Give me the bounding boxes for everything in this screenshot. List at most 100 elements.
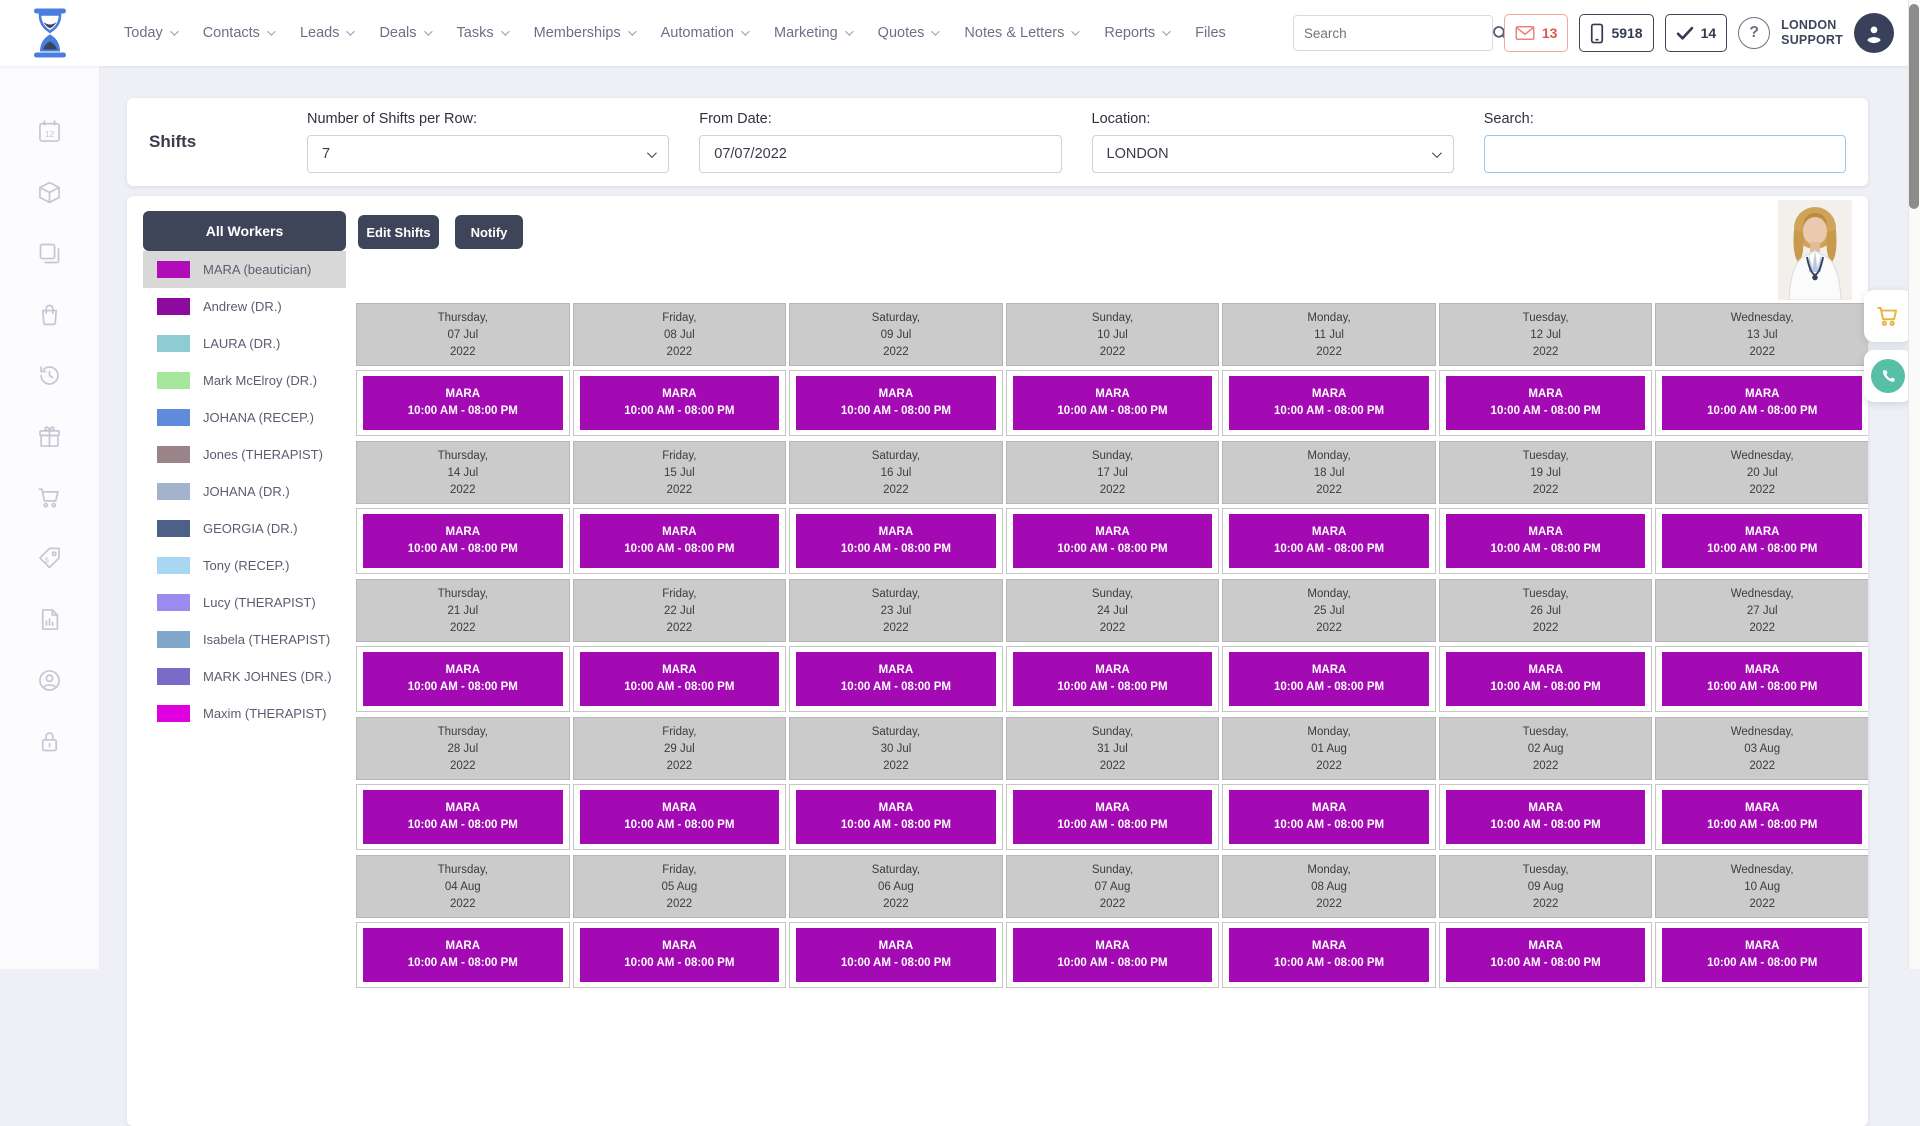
shift-block[interactable]: MARA10:00 AM - 08:00 PM bbox=[363, 376, 563, 430]
copy-icon[interactable] bbox=[36, 240, 63, 267]
help-icon[interactable]: ? bbox=[1738, 17, 1770, 49]
worker-name: Maxim (THERAPIST) bbox=[203, 705, 327, 722]
gift-icon[interactable] bbox=[36, 423, 63, 450]
worker-row-tony-recep[interactable]: Tony (RECEP.) bbox=[143, 547, 346, 584]
package-icon[interactable] bbox=[36, 179, 63, 206]
page-scrollbar-track[interactable] bbox=[1908, 0, 1920, 969]
notify-button[interactable]: Notify bbox=[455, 215, 523, 249]
shift-block[interactable]: MARA10:00 AM - 08:00 PM bbox=[1229, 652, 1429, 706]
shift-block[interactable]: MARA10:00 AM - 08:00 PM bbox=[1662, 928, 1862, 982]
shift-block[interactable]: MARA10:00 AM - 08:00 PM bbox=[1229, 928, 1429, 982]
nav-item-leads[interactable]: Leads bbox=[300, 25, 353, 41]
shift-block[interactable]: MARA10:00 AM - 08:00 PM bbox=[1013, 376, 1213, 430]
shift-block[interactable]: MARA10:00 AM - 08:00 PM bbox=[1229, 514, 1429, 568]
worker-color-swatch bbox=[157, 631, 190, 648]
shift-block[interactable]: MARA10:00 AM - 08:00 PM bbox=[1446, 514, 1646, 568]
shift-cell: MARA10:00 AM - 08:00 PM bbox=[356, 370, 570, 436]
app-logo-hourglass-icon[interactable] bbox=[30, 6, 76, 60]
shift-block[interactable]: MARA10:00 AM - 08:00 PM bbox=[1446, 376, 1646, 430]
shift-block[interactable]: MARA10:00 AM - 08:00 PM bbox=[580, 376, 780, 430]
account-icon[interactable] bbox=[36, 667, 63, 694]
worker-row-georgia-dr[interactable]: GEORGIA (DR.) bbox=[143, 510, 346, 547]
calls-badge[interactable]: 5918 bbox=[1579, 14, 1653, 52]
shift-block[interactable]: MARA10:00 AM - 08:00 PM bbox=[796, 652, 996, 706]
worker-row-jones-therapist[interactable]: Jones (THERAPIST) bbox=[143, 436, 346, 473]
worker-row-maxim-therapist[interactable]: Maxim (THERAPIST) bbox=[143, 695, 346, 732]
shift-block[interactable]: MARA10:00 AM - 08:00 PM bbox=[796, 790, 996, 844]
shift-block[interactable]: MARA10:00 AM - 08:00 PM bbox=[1662, 790, 1862, 844]
user-avatar[interactable] bbox=[1854, 13, 1894, 53]
shift-block[interactable]: MARA10:00 AM - 08:00 PM bbox=[580, 652, 780, 706]
calendar-12-icon[interactable]: 12 bbox=[36, 118, 63, 145]
nav-item-reports[interactable]: Reports bbox=[1104, 25, 1168, 41]
lock-icon[interactable] bbox=[36, 728, 63, 755]
price-tag-icon[interactable]: $ bbox=[36, 545, 63, 572]
nav-item-memberships[interactable]: Memberships bbox=[534, 25, 634, 41]
nav-item-notes-letters[interactable]: Notes & Letters bbox=[964, 25, 1077, 41]
global-search-input[interactable] bbox=[1294, 26, 1491, 41]
shift-block[interactable]: MARA10:00 AM - 08:00 PM bbox=[1013, 514, 1213, 568]
nav-item-deals[interactable]: Deals bbox=[379, 25, 429, 41]
worker-row-lucy-therapist[interactable]: Lucy (THERAPIST) bbox=[143, 584, 346, 621]
location-select[interactable]: LONDON bbox=[1092, 135, 1454, 173]
left-icon-rail: 12 $ bbox=[0, 66, 100, 969]
shift-block[interactable]: MARA10:00 AM - 08:00 PM bbox=[580, 790, 780, 844]
nav-item-today[interactable]: Today bbox=[124, 25, 176, 41]
shift-block[interactable]: MARA10:00 AM - 08:00 PM bbox=[580, 514, 780, 568]
shift-block[interactable]: MARA10:00 AM - 08:00 PM bbox=[580, 928, 780, 982]
shift-block[interactable]: MARA10:00 AM - 08:00 PM bbox=[363, 652, 563, 706]
worker-row-johana-dr[interactable]: JOHANA (DR.) bbox=[143, 473, 346, 510]
shift-block[interactable]: MARA10:00 AM - 08:00 PM bbox=[1013, 652, 1213, 706]
shift-search-input[interactable] bbox=[1499, 146, 1831, 162]
shift-time: 10:00 AM - 08:00 PM bbox=[841, 679, 951, 696]
history-icon[interactable] bbox=[36, 362, 63, 389]
messages-badge[interactable]: 13 bbox=[1504, 14, 1569, 52]
cart-icon[interactable] bbox=[36, 484, 63, 511]
shift-block[interactable]: MARA10:00 AM - 08:00 PM bbox=[796, 376, 996, 430]
shift-block[interactable]: MARA10:00 AM - 08:00 PM bbox=[363, 790, 563, 844]
report-icon[interactable] bbox=[36, 606, 63, 633]
shift-block[interactable]: MARA10:00 AM - 08:00 PM bbox=[363, 928, 563, 982]
floating-cart-button[interactable] bbox=[1864, 290, 1912, 342]
floating-phone-button[interactable] bbox=[1864, 350, 1912, 402]
nav-item-contacts[interactable]: Contacts bbox=[203, 25, 273, 41]
day-header-date: 07 Jul bbox=[357, 327, 569, 344]
shifts-per-row-select[interactable]: 7 bbox=[307, 135, 669, 173]
page-scrollbar-thumb[interactable] bbox=[1909, 4, 1919, 209]
shift-block[interactable]: MARA10:00 AM - 08:00 PM bbox=[1662, 376, 1862, 430]
worker-row-johana-recep[interactable]: JOHANA (RECEP.) bbox=[143, 399, 346, 436]
shift-block[interactable]: MARA10:00 AM - 08:00 PM bbox=[796, 514, 996, 568]
shift-block[interactable]: MARA10:00 AM - 08:00 PM bbox=[363, 514, 563, 568]
main-nav-menu: Today Contacts Leads Deals Tasks Memberships A… bbox=[124, 25, 1226, 41]
nav-item-tasks[interactable]: Tasks bbox=[457, 25, 507, 41]
worker-row-mara-beautician[interactable]: MARA (beautician) bbox=[143, 251, 346, 288]
from-date-input[interactable] bbox=[714, 146, 1046, 162]
worker-row-mark-mcelroy-dr[interactable]: Mark McElroy (DR.) bbox=[143, 362, 346, 399]
shopping-bag-icon[interactable] bbox=[36, 301, 63, 328]
edit-shifts-button[interactable]: Edit Shifts bbox=[358, 215, 439, 249]
shift-block[interactable]: MARA10:00 AM - 08:00 PM bbox=[1446, 652, 1646, 706]
shift-block[interactable]: MARA10:00 AM - 08:00 PM bbox=[1446, 790, 1646, 844]
all-workers-button[interactable]: All Workers bbox=[143, 211, 346, 251]
nav-item-files[interactable]: Files bbox=[1195, 25, 1226, 41]
day-header-year: 2022 bbox=[1007, 758, 1219, 775]
shift-block[interactable]: MARA10:00 AM - 08:00 PM bbox=[1229, 376, 1429, 430]
worker-row-mark-johnes-dr[interactable]: MARK JOHNES (DR.) bbox=[143, 658, 346, 695]
shift-block[interactable]: MARA10:00 AM - 08:00 PM bbox=[796, 928, 996, 982]
worker-legend-list: MARA (beautician)Andrew (DR.)LAURA (DR.)… bbox=[143, 251, 346, 732]
tasks-badge[interactable]: 14 bbox=[1665, 14, 1728, 52]
shift-block[interactable]: MARA10:00 AM - 08:00 PM bbox=[1013, 928, 1213, 982]
shift-block[interactable]: MARA10:00 AM - 08:00 PM bbox=[1662, 514, 1862, 568]
worker-row-andrew-dr[interactable]: Andrew (DR.) bbox=[143, 288, 346, 325]
shift-block[interactable]: MARA10:00 AM - 08:00 PM bbox=[1013, 790, 1213, 844]
shift-block[interactable]: MARA10:00 AM - 08:00 PM bbox=[1229, 790, 1429, 844]
nav-item-label: Reports bbox=[1104, 25, 1155, 41]
shift-block[interactable]: MARA10:00 AM - 08:00 PM bbox=[1446, 928, 1646, 982]
nav-item-marketing[interactable]: Marketing bbox=[774, 25, 851, 41]
worker-row-laura-dr[interactable]: LAURA (DR.) bbox=[143, 325, 346, 362]
nav-item-automation[interactable]: Automation bbox=[661, 25, 747, 41]
shift-block[interactable]: MARA10:00 AM - 08:00 PM bbox=[1662, 652, 1862, 706]
messages-count: 13 bbox=[1542, 25, 1558, 41]
nav-item-quotes[interactable]: Quotes bbox=[878, 25, 938, 41]
worker-row-isabela-therapist[interactable]: Isabela (THERAPIST) bbox=[143, 621, 346, 658]
